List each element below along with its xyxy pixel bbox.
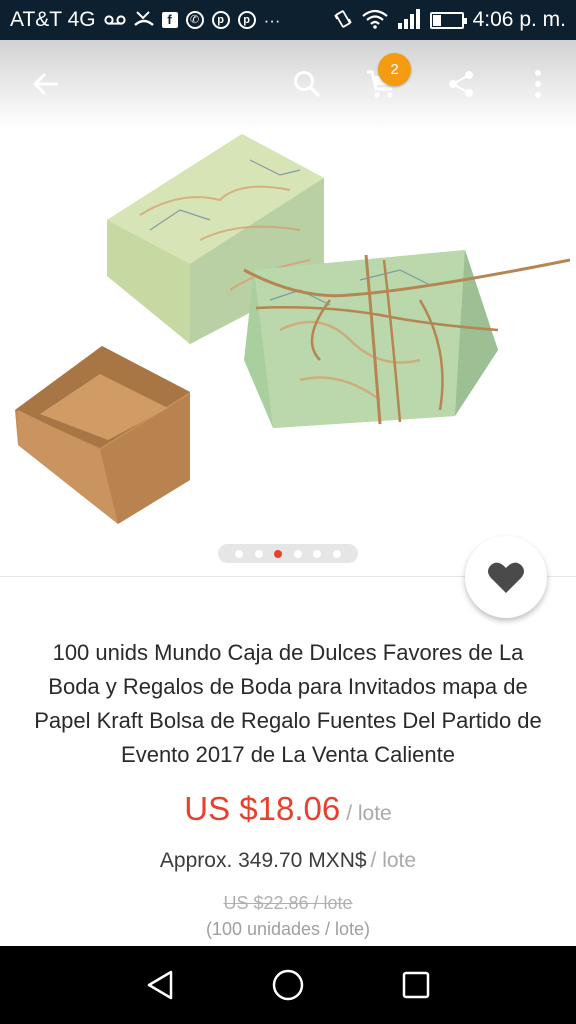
- app-toolbar: [0, 40, 576, 130]
- pinterest-icon: p: [211, 11, 230, 29]
- carousel-dot-active[interactable]: [274, 549, 283, 558]
- wishlist-button[interactable]: [465, 536, 547, 618]
- image-carousel-indicator[interactable]: [218, 544, 358, 563]
- back-button[interactable]: [24, 62, 68, 106]
- nav-recent-apps-button[interactable]: [394, 963, 438, 1007]
- system-nav-bar: [0, 946, 576, 1024]
- share-icon: [449, 71, 473, 97]
- approx-price-row: Approx. 349.70 MXN$ / lote: [0, 849, 576, 873]
- missed-call-icon: [133, 10, 154, 31]
- more-vert-icon: [535, 70, 541, 98]
- nav-home-icon: [272, 969, 304, 1001]
- nav-home-button[interactable]: [266, 963, 310, 1007]
- heart-icon: [488, 562, 524, 593]
- nav-back-icon: [147, 970, 173, 1000]
- status-time: 4:06 p. m.: [472, 8, 566, 31]
- share-button[interactable]: [439, 62, 483, 106]
- price-row: US $18.06/ lote: [0, 790, 576, 828]
- current-price: US $18.06: [184, 790, 341, 827]
- pinterest-icon: p: [237, 11, 256, 29]
- approx-price-unit: / lote: [370, 849, 417, 872]
- search-button[interactable]: [285, 62, 329, 106]
- whatsapp-icon: ✆: [185, 11, 204, 29]
- status-right: 4:06 p. m.: [333, 8, 566, 32]
- product-image[interactable]: [0, 120, 576, 540]
- price-unit: / lote: [346, 802, 392, 825]
- voicemail-icon: [103, 12, 126, 29]
- search-icon: [294, 71, 321, 98]
- cart-count-badge[interactable]: 2: [378, 53, 411, 86]
- carousel-dot[interactable]: [332, 549, 341, 558]
- original-price: US $22.86 / lote: [223, 893, 353, 913]
- facebook-icon: f: [161, 12, 178, 28]
- more-notifications-icon: ···: [263, 10, 281, 30]
- carrier-label: AT&T 4G: [10, 8, 96, 31]
- carousel-dot[interactable]: [293, 549, 302, 558]
- product-title: 100 unids Mundo Caja de Dulces Favores d…: [34, 640, 542, 767]
- carousel-dot[interactable]: [254, 549, 263, 558]
- more-options-button[interactable]: [516, 62, 560, 106]
- vibrate-icon: [333, 9, 353, 32]
- battery-icon: [429, 11, 467, 29]
- carousel-dot[interactable]: [235, 549, 244, 558]
- carousel-dot[interactable]: [313, 549, 322, 558]
- status-left: AT&T 4G f ✆ p p ···: [10, 8, 281, 32]
- wifi-icon: [361, 9, 388, 32]
- nav-recent-apps-icon: [402, 971, 430, 999]
- screen: AT&T 4G f ✆ p p ··· 4:06 p. m. 2 100 uni…: [0, 0, 576, 1024]
- units-per-lot-note: (100 unidades / lote): [205, 919, 371, 939]
- back-arrow-icon: [32, 72, 58, 96]
- nav-back-button[interactable]: [138, 963, 182, 1007]
- status-bar: AT&T 4G f ✆ p p ··· 4:06 p. m.: [0, 0, 576, 40]
- approx-price: Approx. 349.70 MXN$: [159, 849, 367, 872]
- signal-icon: [397, 8, 421, 32]
